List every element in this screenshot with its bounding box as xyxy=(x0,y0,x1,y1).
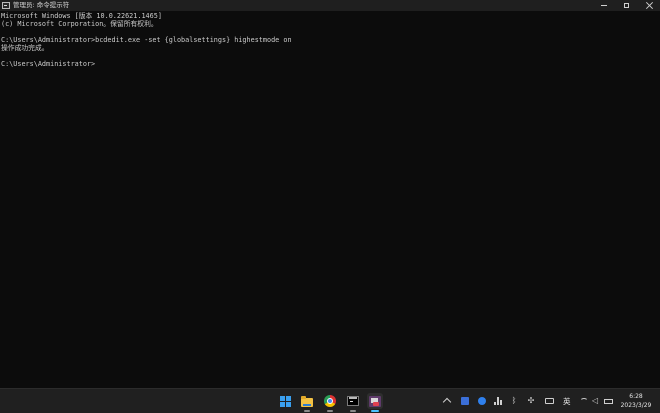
maximize-button[interactable] xyxy=(615,0,637,11)
cmd-icon xyxy=(369,395,381,407)
clock[interactable]: 6:28 2023/3/29 xyxy=(617,392,655,410)
chrome-icon xyxy=(324,395,336,407)
volume-icon[interactable]: ◁ xyxy=(592,397,600,405)
bluetooth-icon[interactable]: ᛒ xyxy=(510,397,518,405)
windows-logo-icon xyxy=(279,395,291,407)
running-indicator xyxy=(350,410,356,412)
wifi-icon[interactable] xyxy=(580,398,588,404)
tray-app-icon[interactable] xyxy=(461,397,469,405)
folder-icon xyxy=(301,395,313,407)
tray-app-icon[interactable] xyxy=(478,397,486,405)
battery-icon[interactable] xyxy=(604,399,613,404)
active-indicator xyxy=(371,410,379,412)
taskbar-command-prompt[interactable] xyxy=(367,393,383,412)
minimize-icon xyxy=(601,5,607,6)
console-line: Microsoft Windows [版本 10.0.22621.1465] xyxy=(1,12,162,20)
cmd-window-icon xyxy=(2,2,10,9)
start-button[interactable] xyxy=(277,393,293,409)
window-title: 管理员: 命令提示符 xyxy=(13,1,70,9)
maximize-icon xyxy=(623,3,629,8)
console-line: (c) Microsoft Corporation。保留所有权利。 xyxy=(1,20,158,28)
running-indicator xyxy=(327,410,333,412)
close-button[interactable] xyxy=(638,0,660,11)
terminal-icon xyxy=(347,396,359,406)
keyboard-icon[interactable] xyxy=(545,398,554,404)
close-icon xyxy=(646,2,653,9)
clock-time: 6:28 xyxy=(629,393,643,400)
console-line: C:\Users\Administrator>bcdedit.exe -set … xyxy=(1,36,292,44)
taskbar-chrome[interactable] xyxy=(322,393,338,412)
taskbar: ᛒ ✣ 英 ◁ 6:28 2023/3/29 xyxy=(0,388,660,413)
clock-date: 2023/3/29 xyxy=(620,402,652,409)
taskbar-terminal[interactable] xyxy=(345,393,361,412)
title-bar[interactable]: 管理员: 命令提示符 xyxy=(0,0,660,11)
taskbar-file-explorer[interactable] xyxy=(299,393,315,412)
console-output[interactable]: Microsoft Windows [版本 10.0.22621.1465] (… xyxy=(1,12,657,387)
network-activity-icon[interactable] xyxy=(494,397,502,405)
running-indicator xyxy=(304,410,310,412)
console-line: 操作成功完成。 xyxy=(1,44,49,52)
minimize-button[interactable] xyxy=(593,0,615,11)
console-prompt-line: C:\Users\Administrator> xyxy=(1,60,96,68)
ime-indicator[interactable]: 英 xyxy=(563,396,571,407)
show-hidden-icons-chevron-icon[interactable] xyxy=(442,397,452,407)
tray-settings-icon[interactable]: ✣ xyxy=(527,397,535,405)
